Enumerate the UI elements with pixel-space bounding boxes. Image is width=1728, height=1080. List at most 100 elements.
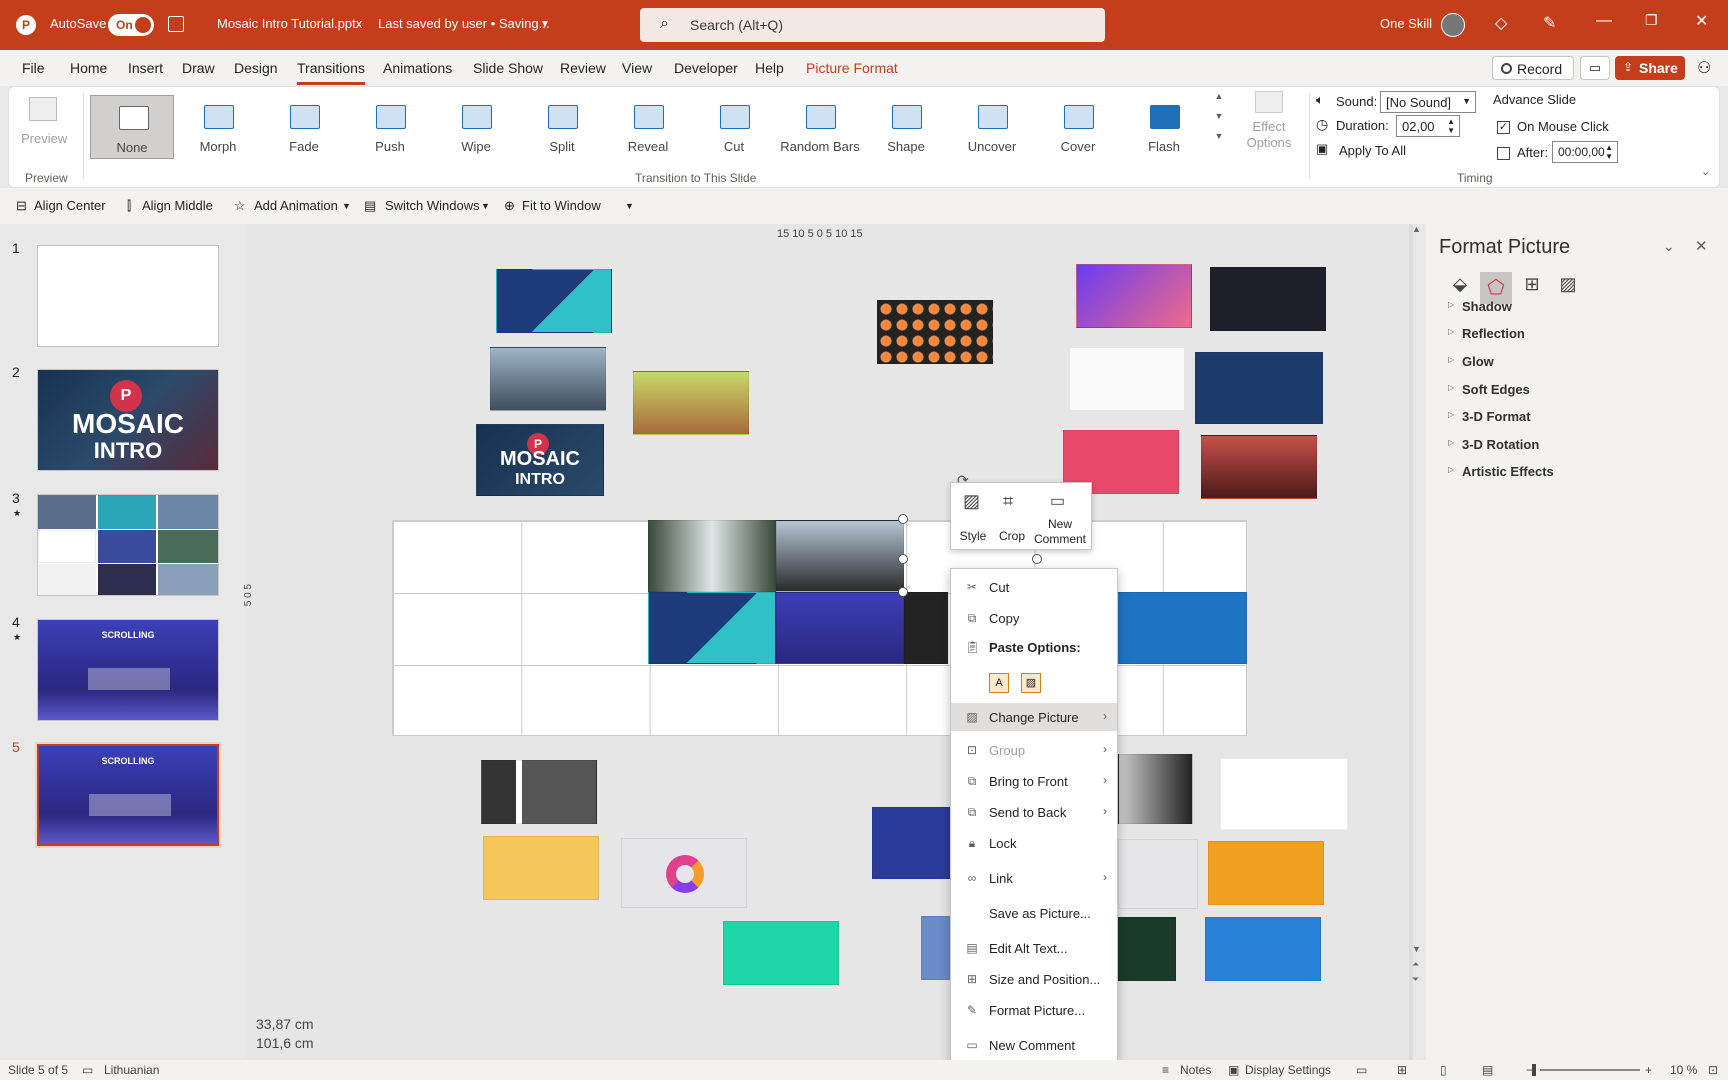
close-icon[interactable]: ✕ [1695,237,1708,255]
collapse-ribbon-icon[interactable]: ⌄ [1701,165,1710,178]
customize-toolbar-icon[interactable]: ▼ [625,201,634,211]
transition-push[interactable]: Push [348,95,432,159]
transition-reveal[interactable]: Reveal [606,95,690,159]
picture-thumbnail[interactable] [633,371,749,435]
selection-handle[interactable] [898,514,908,524]
picture-scrolling[interactable] [776,592,904,664]
transition-split[interactable]: Split [520,95,604,159]
selection-handle[interactable] [898,587,908,597]
spellcheck-icon[interactable]: ▭ [82,1063,93,1077]
display-settings-button[interactable]: Display Settings [1245,1063,1331,1077]
tab-slide-show[interactable]: Slide Show [473,60,543,76]
comments-icon[interactable]: ▭ [1580,56,1610,80]
search-box[interactable]: ⌕ Search (Alt+Q) [640,8,1105,42]
share-button[interactable]: ⇪ Share [1615,56,1685,80]
chevron-down-icon[interactable]: ⌄ [1663,238,1675,255]
vertical-scrollbar[interactable] [1409,224,1413,1060]
notes-button[interactable]: Notes [1180,1063,1211,1077]
crop-button[interactable]: ⌗ Crop [995,487,1029,545]
tab-review[interactable]: Review [560,60,606,76]
switch-windows-button[interactable]: Switch Windows [385,198,480,213]
picture-waterfall[interactable] [648,520,776,592]
picture-thumbnail[interactable] [483,836,599,900]
after-input[interactable]: 00:00,00 ▲ ▼ [1552,141,1618,163]
close-icon[interactable]: ✕ [1695,11,1708,31]
menu-item-new-comment[interactable]: ▭ New Comment [951,1031,1117,1059]
fill-line-icon[interactable]: ⬙ [1446,274,1474,302]
transition-none[interactable]: None [90,95,174,159]
slide-thumbnail-2[interactable]: P MOSAIC INTRO [37,369,219,471]
transition-flash[interactable]: Flash [1122,95,1206,159]
picture-space-shuttle[interactable] [1117,592,1247,664]
preview-button[interactable]: Preview [17,93,67,153]
picture-thumbnail[interactable] [648,592,776,664]
zoom-slider-thumb[interactable] [1532,1064,1536,1076]
menu-item-size-and-position[interactable]: ⊞ Size and Position... [951,965,1117,993]
transition-cover[interactable]: Cover [1036,95,1120,159]
transition-shape[interactable]: Shape [864,95,948,159]
chevron-down-icon[interactable]: ▼ [342,201,351,211]
transition-fade[interactable]: Fade [262,95,346,159]
tab-developer[interactable]: Developer [674,60,738,76]
sound-select[interactable]: [No Sound] ▼ [1380,91,1476,113]
chevron-down-icon[interactable]: ▼ [540,19,550,30]
zoom-in-icon[interactable]: + [1645,1063,1652,1077]
picture-thumbnail[interactable] [1118,917,1176,981]
align-center-button[interactable]: Align Center [34,198,106,213]
menu-item-edit-alt-text[interactable]: ▤ Edit Alt Text... [951,934,1117,962]
tab-picture-format[interactable]: Picture Format [806,60,898,76]
add-animation-button[interactable]: Add Animation [254,198,338,213]
menu-item-group[interactable]: ⊡ Group › [951,736,1117,764]
gallery-expand[interactable]: ▼ [1212,131,1226,149]
section-glow[interactable]: Glow [1462,354,1494,369]
picture-space-shuttle[interactable] [1205,917,1321,981]
picture-thumbnail[interactable] [872,807,952,879]
gallery-scroll-down[interactable]: ▼ [1212,111,1226,129]
picture-thumbnail[interactable] [1069,347,1185,411]
picture-thumbnail[interactable] [1201,435,1317,499]
minimize-icon[interactable]: — [1596,12,1612,30]
fit-to-window-button[interactable]: Fit to Window [522,198,601,213]
size-properties-icon[interactable]: ⊞ [1518,274,1546,302]
duration-input[interactable]: 02,00 ▲ ▼ [1396,115,1460,137]
tab-file[interactable]: File [22,60,45,76]
align-middle-button[interactable]: Align Middle [142,198,213,213]
section-artistic-effects[interactable]: Artistic Effects [1462,464,1554,479]
tab-animations[interactable]: Animations [383,60,452,76]
picture-brush-stroke[interactable] [1220,758,1348,830]
picture-thumbnail[interactable] [481,760,597,824]
picture-hexagon[interactable] [621,838,747,908]
tab-view[interactable]: View [622,60,652,76]
save-status[interactable]: Last saved by user • Saving... [378,16,549,31]
effect-options-button[interactable]: Effect Options [1235,87,1303,161]
picture-mountain[interactable] [776,520,904,592]
picture-thumbnail[interactable] [904,592,948,664]
tab-draw[interactable]: Draw [182,60,215,76]
slide-canvas[interactable]: 15 10 5 0 5 10 15 5 0 5 P MOSAIC INTRO ⟳ [243,224,1421,1060]
section-soft-edges[interactable]: Soft Edges [1462,382,1530,397]
slide-thumbnail-3[interactable] [37,494,219,596]
autosave-toggle[interactable]: On [108,14,154,36]
tab-design[interactable]: Design [234,60,278,76]
gallery-scroll-up[interactable]: ▲ [1212,91,1226,109]
tab-insert[interactable]: Insert [128,60,163,76]
user-name[interactable]: One Skill [1380,16,1432,31]
pen-icon[interactable]: ✎ [1543,13,1556,33]
diamond-icon[interactable]: ◇ [1495,13,1507,33]
transition-wipe[interactable]: Wipe [434,95,518,159]
paste-keep-formatting-icon[interactable]: A [989,673,1009,693]
menu-item-lock[interactable]: 🔒︎ Lock [951,829,1117,857]
picture-icon[interactable]: ▨ [1554,274,1582,302]
tab-home[interactable]: Home [70,60,107,76]
tab-help[interactable]: Help [755,60,784,76]
section-3d-rotation[interactable]: 3-D Rotation [1462,437,1539,452]
picture-thumbnail[interactable] [496,269,612,333]
picture-thumbnail[interactable] [1208,841,1324,905]
selection-handle[interactable] [1032,554,1042,564]
save-icon[interactable] [168,16,184,32]
menu-item-copy[interactable]: ⧉ Copy [951,604,1117,632]
menu-item-link[interactable]: ∞ Link › [951,864,1117,892]
picture-thumbnail[interactable] [1118,839,1198,909]
new-comment-button[interactable]: ▭ New Comment [1031,487,1089,549]
picture-thumbnail[interactable] [723,921,839,985]
